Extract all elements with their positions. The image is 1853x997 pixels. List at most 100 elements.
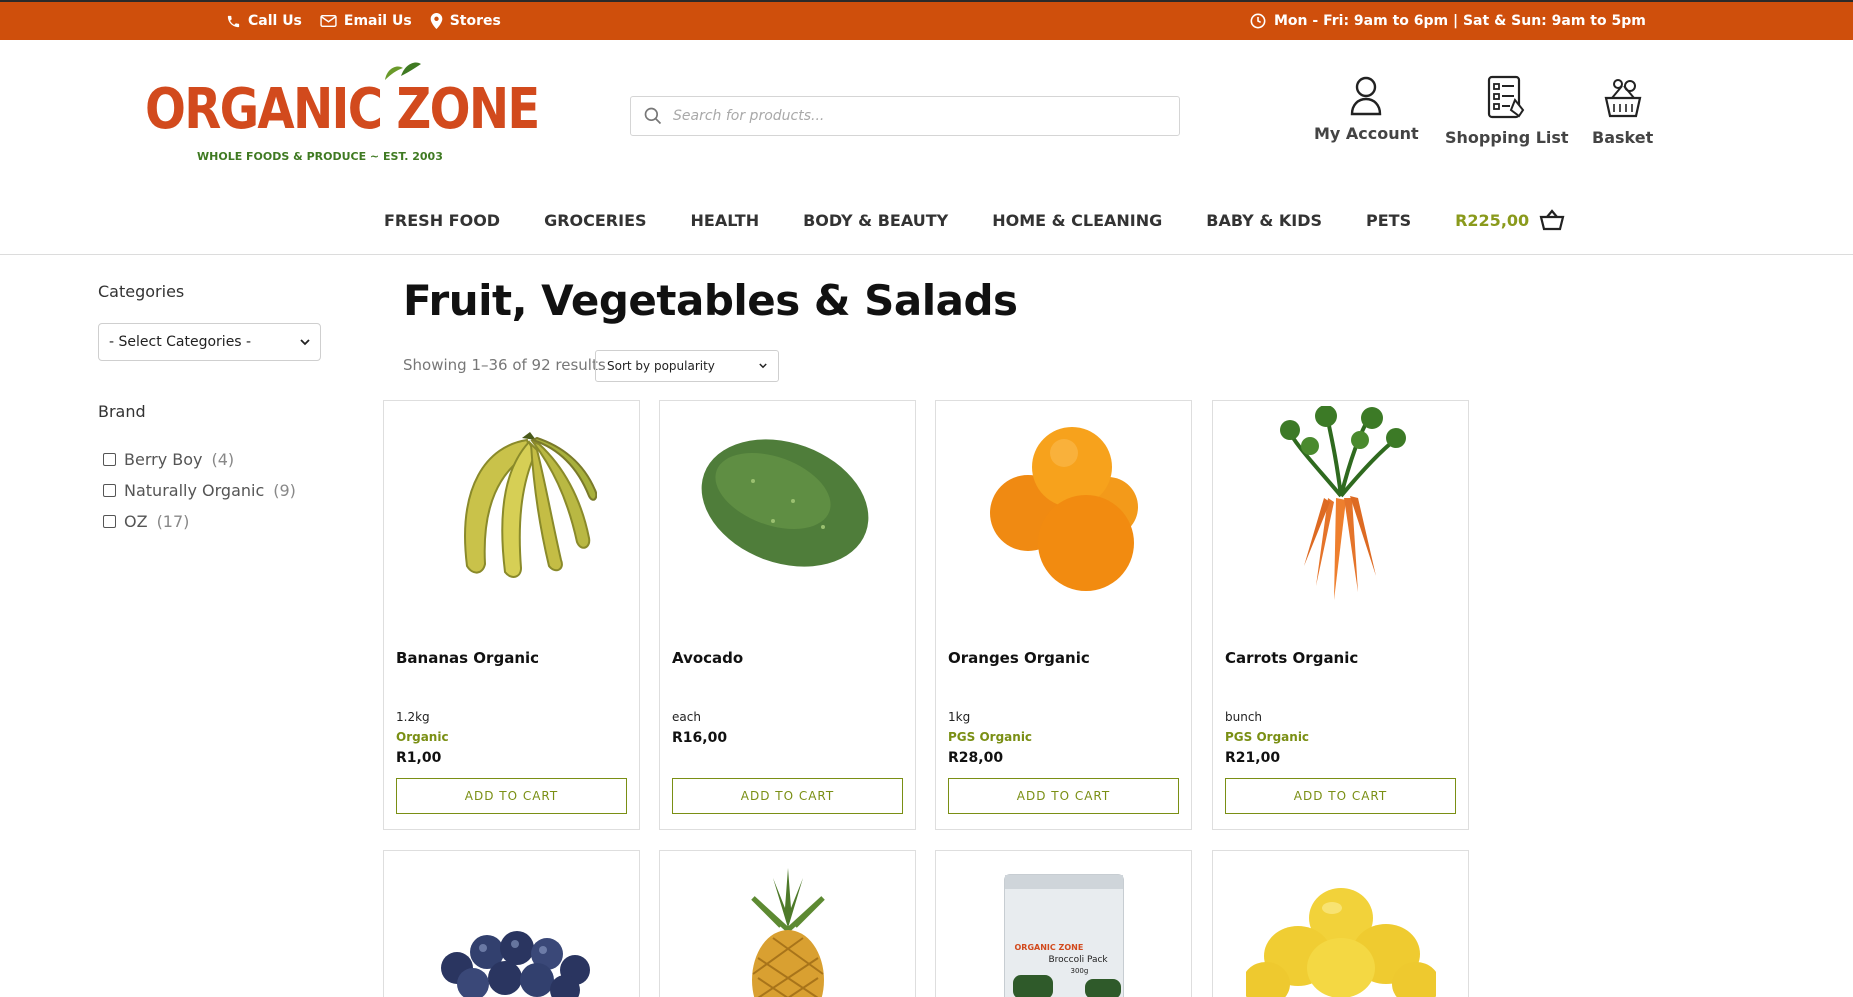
product-name[interactable]: Avocado — [672, 649, 743, 667]
sort-select[interactable]: Sort by popularity — [595, 350, 779, 382]
logo-brand-text: ORGANIC ZONE — [145, 77, 540, 142]
brand-count: (4) — [211, 450, 235, 469]
avocado-image — [701, 439, 868, 567]
pack-product-label: Broccoli Pack — [1048, 955, 1108, 965]
phone-icon — [227, 15, 240, 27]
product-badge: Organic — [396, 730, 449, 744]
chevron-down-icon — [300, 338, 310, 345]
product-card[interactable] — [383, 850, 640, 997]
product-card[interactable]: Carrots Organic bunch PGS Organic R21,00… — [1212, 400, 1469, 830]
clock-icon — [1250, 13, 1266, 29]
brand-name: Berry Boy — [124, 450, 203, 469]
add-to-cart-button[interactable]: ADD TO CART — [672, 778, 903, 814]
add-to-cart-button[interactable]: ADD TO CART — [396, 778, 627, 814]
basket-icon — [1604, 79, 1641, 118]
product-card[interactable]: Oranges Organic 1kg PGS Organic R28,00 A… — [935, 400, 1192, 830]
nav-body-beauty[interactable]: BODY & BEAUTY — [803, 211, 948, 230]
product-unit: 1kg — [948, 710, 971, 724]
brand-checkbox[interactable] — [103, 484, 116, 497]
nav-baby-kids[interactable]: BABY & KIDS — [1206, 211, 1322, 230]
pack-brand-label: ORGANIC ZONE — [1014, 943, 1084, 952]
opening-hours-text: Mon - Fri: 9am to 6pm | Sat & Sun: 9am t… — [1274, 13, 1646, 29]
nav-groceries[interactable]: GROCERIES — [544, 211, 646, 230]
cart-basket-icon — [1539, 209, 1565, 231]
product-card[interactable] — [1212, 850, 1469, 997]
cart-link[interactable]: R225,00 — [1455, 209, 1565, 231]
product-name[interactable]: Carrots Organic — [1225, 649, 1358, 667]
stores-label: Stores — [449, 13, 501, 29]
nav-fresh-food[interactable]: FRESH FOOD — [384, 211, 500, 230]
product-unit: 1.2kg — [396, 710, 430, 724]
results-count: Showing 1–36 of 92 results — [403, 356, 606, 374]
oranges-image — [989, 427, 1138, 591]
search-input[interactable] — [673, 108, 1153, 124]
nav-home-cleaning[interactable]: HOME & CLEANING — [992, 211, 1162, 230]
top-contact-links: Call Us Email Us Stores — [226, 2, 501, 40]
nav-pets[interactable]: PETS — [1366, 211, 1411, 230]
product-name[interactable]: Bananas Organic — [396, 649, 539, 667]
categories-select-value: - Select Categories - — [109, 334, 252, 350]
product-card[interactable]: Avocado each R16,00 ADD TO CART — [659, 400, 916, 830]
logo-tagline: WHOLE FOODS & PRODUCE ~ EST. 2003 — [197, 150, 443, 163]
chevron-down-icon — [759, 363, 767, 369]
product-image[interactable] — [384, 851, 639, 997]
basket-link[interactable]: Basket — [1592, 74, 1653, 147]
product-image[interactable] — [936, 401, 1191, 611]
blueberries-image — [440, 931, 590, 997]
product-image[interactable] — [660, 401, 915, 611]
brand-name: OZ — [124, 512, 148, 531]
search-icon[interactable] — [643, 106, 663, 126]
brand-count: (9) — [273, 481, 296, 500]
add-to-cart-button[interactable]: ADD TO CART — [948, 778, 1179, 814]
main-nav: FRESH FOOD GROCERIES HEALTH BODY & BEAUT… — [384, 200, 1565, 240]
site-logo[interactable]: ORGANIC ZONE WHOLE FOODS & PRODUCE ~ EST… — [145, 58, 540, 168]
user-icon — [1351, 76, 1382, 116]
product-image[interactable]: ORGANIC ZONE Broccoli Pack 300g — [936, 851, 1191, 997]
brand-filter-item[interactable]: OZ (17) — [103, 506, 296, 537]
pineapple-image — [750, 868, 825, 997]
add-to-cart-button[interactable]: ADD TO CART — [1225, 778, 1456, 814]
brand-count: (17) — [156, 512, 190, 531]
brand-checkbox[interactable] — [103, 453, 116, 466]
product-price: R1,00 — [396, 750, 442, 766]
sort-select-value: Sort by popularity — [607, 359, 715, 373]
product-search — [630, 96, 1180, 136]
shopping-list-label: Shopping List — [1445, 128, 1569, 147]
product-name[interactable]: Oranges Organic — [948, 649, 1090, 667]
envelope-icon — [320, 14, 337, 28]
carrots-image — [1279, 406, 1406, 600]
categories-heading: Categories — [98, 282, 185, 301]
product-card[interactable]: ORGANIC ZONE Broccoli Pack 300g — [935, 850, 1192, 997]
nav-divider — [0, 254, 1853, 255]
basket-label: Basket — [1592, 128, 1654, 147]
brand-filter-list: Berry Boy (4) Naturally Organic (9) OZ (… — [103, 444, 296, 537]
product-price: R21,00 — [1225, 750, 1281, 766]
my-account-link[interactable]: My Account — [1314, 74, 1419, 143]
product-image[interactable] — [660, 851, 915, 997]
product-image[interactable] — [1213, 401, 1468, 611]
cart-total: R225,00 — [1455, 210, 1530, 230]
call-us-link[interactable]: Call Us — [226, 13, 302, 29]
product-image[interactable] — [384, 401, 639, 611]
product-card[interactable] — [659, 850, 916, 997]
my-account-label: My Account — [1314, 124, 1419, 143]
broccoli-pack-image: ORGANIC ZONE Broccoli Pack 300g — [1003, 874, 1124, 997]
top-bar: Call Us Email Us Stores Mon - Fri: 9am t… — [0, 0, 1853, 40]
product-price: R16,00 — [672, 730, 728, 746]
email-us-link[interactable]: Email Us — [320, 13, 412, 29]
lemons-image — [1245, 888, 1436, 997]
brand-heading: Brand — [98, 402, 146, 421]
product-image[interactable] — [1213, 851, 1468, 997]
categories-select[interactable]: - Select Categories - — [98, 323, 321, 361]
shopping-list-link[interactable]: Shopping List — [1445, 74, 1569, 147]
nav-health[interactable]: HEALTH — [691, 211, 760, 230]
stores-link[interactable]: Stores — [430, 13, 501, 29]
product-card[interactable]: Bananas Organic 1.2kg Organic R1,00 ADD … — [383, 400, 640, 830]
brand-name: Naturally Organic — [124, 481, 265, 500]
pack-weight-label: 300g — [1070, 967, 1089, 975]
brand-filter-item[interactable]: Berry Boy (4) — [103, 444, 296, 475]
product-unit: bunch — [1225, 710, 1263, 724]
banana-image — [463, 432, 597, 578]
brand-filter-item[interactable]: Naturally Organic (9) — [103, 475, 296, 506]
brand-checkbox[interactable] — [103, 515, 116, 528]
